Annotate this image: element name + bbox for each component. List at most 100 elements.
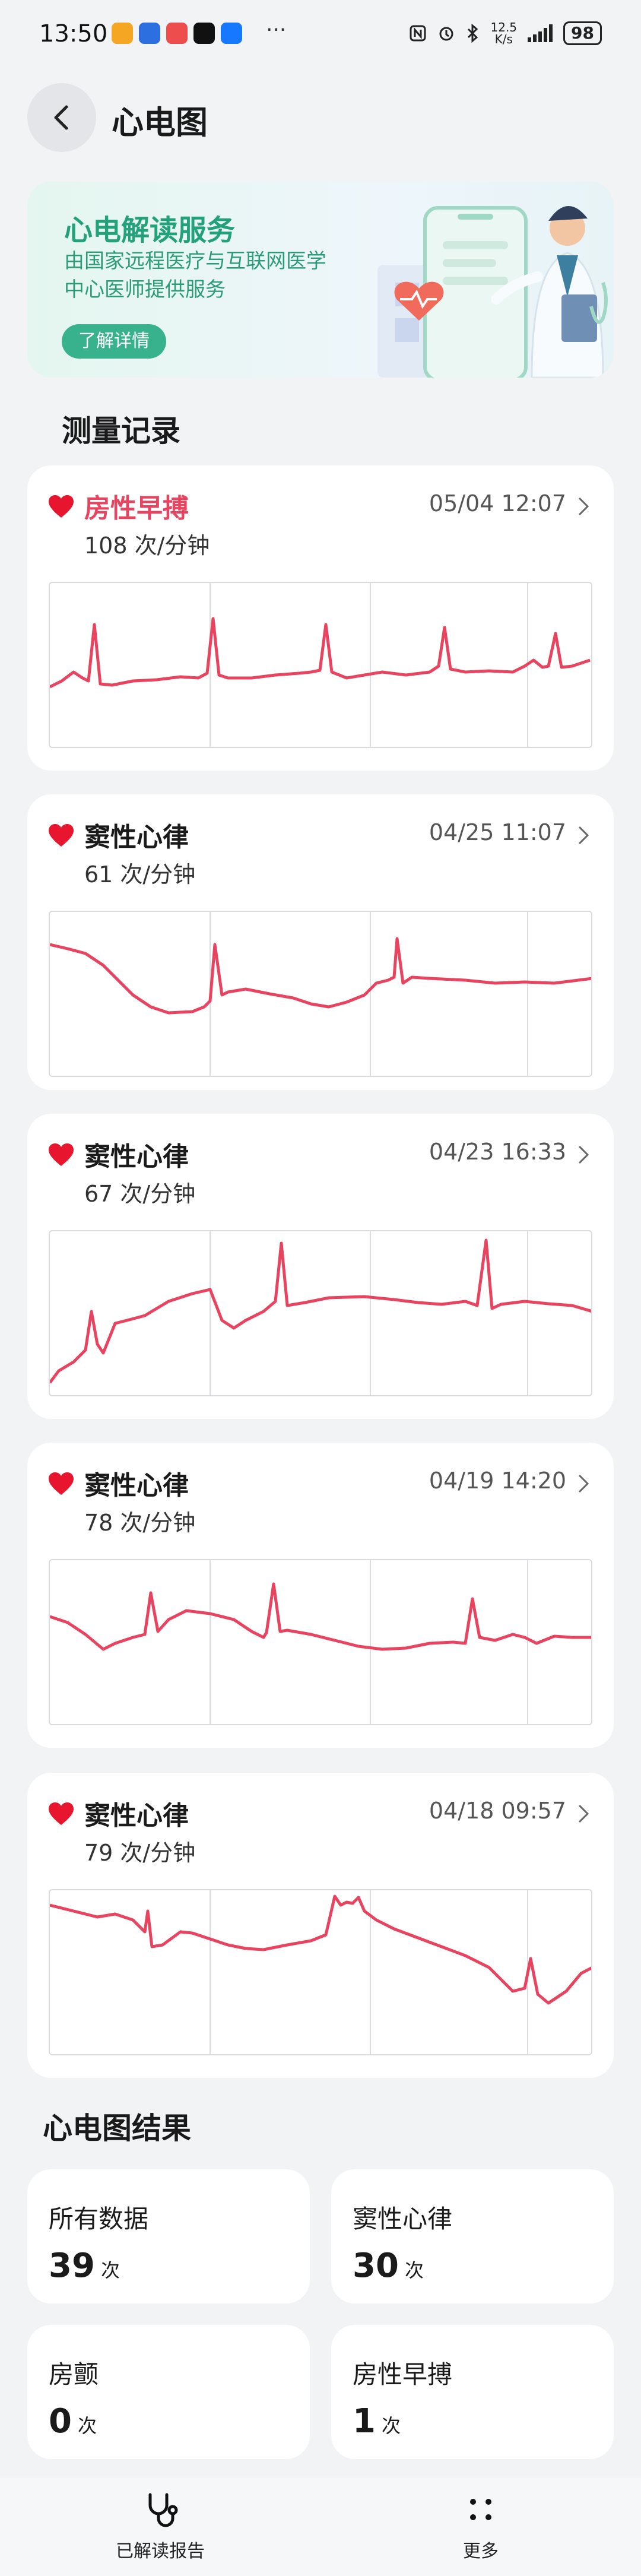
record-card[interactable]: 窦性心律 04/23 16:33 67 次/分钟 — [27, 1114, 614, 1419]
record-type: 窦性心律 — [84, 1142, 189, 1172]
record-heart-rate: 79 次/分钟 — [84, 1840, 196, 1866]
heart-icon — [49, 1472, 74, 1495]
record-type: 窦性心律 — [84, 822, 189, 853]
banner-subtitle: 由国家远程医疗与互联网医学 中心医师提供服务 — [64, 247, 373, 304]
ecg-interpretation-banner[interactable]: 心电解读服务 由国家远程医疗与互联网医学 中心医师提供服务 了解详情 — [27, 182, 614, 378]
ecg-waveform — [49, 1230, 592, 1396]
tile-value: 1次 — [353, 2402, 401, 2441]
status-app-icons — [112, 23, 242, 44]
app-notification-icon — [139, 23, 160, 44]
heart-icon — [49, 1802, 74, 1825]
app-notification-icon — [166, 23, 188, 44]
record-type: 窦性心律 — [84, 1471, 189, 1501]
stethoscope-icon — [148, 2493, 178, 2527]
nfc-icon — [410, 25, 426, 42]
record-heart-rate: 67 次/分钟 — [84, 1181, 196, 1207]
record-heart-rate: 61 次/分钟 — [84, 861, 196, 888]
heart-icon — [49, 495, 74, 518]
status-more: ··· — [266, 18, 287, 42]
tile-label: 房颤 — [49, 2360, 99, 2389]
chevron-right-icon — [578, 1804, 589, 1823]
ecg-trace-svg — [50, 1560, 591, 1724]
more-dots-icon — [470, 2499, 491, 2520]
tile-count: 0 — [49, 2402, 72, 2441]
chevron-right-icon — [578, 826, 589, 845]
tile-label: 所有数据 — [49, 2204, 149, 2233]
tile-value: 39 次 — [49, 2247, 120, 2285]
tile-unit: 次 — [77, 2415, 97, 2437]
result-tile-premature-atrial[interactable]: 房性早搏 1次 — [331, 2325, 614, 2459]
learn-more-button[interactable]: 了解详情 — [62, 324, 166, 359]
record-time: 04/18 09:57 — [429, 1798, 566, 1824]
result-tile-all-data[interactable]: 所有数据 39 次 — [27, 2169, 310, 2303]
record-time: 04/23 16:33 — [429, 1139, 566, 1165]
ecg-trace-svg — [50, 1890, 591, 2054]
signal-icon — [528, 24, 553, 42]
heart-icon — [49, 1143, 74, 1166]
record-time: 05/04 12:07 — [429, 490, 566, 517]
tile-unit: 次 — [381, 2415, 401, 2437]
record-type: 房性早搏 — [84, 493, 189, 524]
chevron-right-icon — [578, 1474, 589, 1493]
ecg-trace-line — [50, 1582, 591, 1651]
ecg-waveform — [49, 1889, 592, 2055]
tiktok-icon — [193, 23, 215, 44]
chevron-right-icon — [578, 497, 589, 516]
ecg-waveform — [49, 582, 592, 748]
alipay-icon — [221, 23, 242, 44]
tile-label: 窦性心律 — [353, 2204, 453, 2233]
net-speed-unit: K/s — [494, 32, 513, 46]
results-section-title: 心电图结果 — [43, 2111, 191, 2146]
record-card[interactable]: 窦性心律 04/19 14:20 78 次/分钟 — [27, 1443, 614, 1748]
status-bar: 13:50 ··· 12.5 K/s 98 — [0, 0, 641, 71]
record-heart-rate: 78 次/分钟 — [84, 1510, 196, 1536]
tile-count: 39 — [49, 2247, 95, 2285]
nav-more[interactable]: 更多 — [392, 2490, 570, 2562]
tile-value: 0次 — [49, 2402, 97, 2441]
bottom-nav: 已解读报告 更多 — [0, 2478, 641, 2576]
ecg-waveform — [49, 911, 592, 1077]
record-time: 04/19 14:20 — [429, 1468, 566, 1494]
net-speed-value: 12.5 — [490, 20, 518, 34]
ecg-trace-line — [50, 617, 591, 689]
tile-label: 房性早搏 — [353, 2360, 453, 2389]
back-button[interactable] — [27, 83, 96, 152]
record-card[interactable]: 房性早搏 05/04 12:07 108 次/分钟 — [27, 465, 614, 771]
status-right: 12.5 K/s 98 — [409, 21, 602, 45]
record-card[interactable]: 窦性心律 04/18 09:57 79 次/分钟 — [27, 1773, 614, 2078]
ecg-trace-line — [50, 937, 591, 1015]
heart-icon — [49, 824, 74, 847]
back-arrow-icon — [54, 105, 68, 130]
ecg-trace-svg — [50, 583, 591, 747]
ecg-trace-line — [50, 1238, 591, 1384]
record-time: 04/25 11:07 — [429, 819, 566, 845]
tile-count: 1 — [353, 2402, 376, 2441]
ecg-trace-svg — [50, 1231, 591, 1395]
tile-value: 30 次 — [353, 2247, 424, 2285]
ecg-trace-line — [50, 1894, 591, 2005]
banner-title: 心电解读服务 — [64, 214, 236, 247]
record-heart-rate: 108 次/分钟 — [84, 533, 210, 559]
ecg-waveform — [49, 1559, 592, 1725]
tile-unit: 次 — [100, 2259, 120, 2282]
chevron-right-icon — [578, 1145, 589, 1164]
result-tile-sinus-rhythm[interactable]: 窦性心律 30 次 — [331, 2169, 614, 2303]
battery-icon: 98 — [563, 21, 602, 45]
record-card[interactable]: 窦性心律 04/25 11:07 61 次/分钟 — [27, 794, 614, 1090]
page-title: 心电图 — [112, 104, 208, 141]
ecg-trace-svg — [50, 912, 591, 1076]
nav-interpreted-reports[interactable]: 已解读报告 — [71, 2490, 249, 2562]
doctor-illustration — [377, 205, 608, 378]
nav-label: 已解读报告 — [116, 2541, 205, 2562]
bluetooth-icon — [467, 24, 478, 43]
status-time: 13:50 — [39, 20, 108, 47]
records-section-title: 测量记录 — [62, 414, 180, 448]
alarm-icon — [439, 27, 453, 41]
banner-subtitle-line2: 中心医师提供服务 — [64, 278, 226, 302]
result-tile-atrial-fibrillation[interactable]: 房颤 0次 — [27, 2325, 310, 2459]
nav-label: 更多 — [463, 2541, 499, 2562]
tile-count: 30 — [353, 2247, 399, 2285]
banner-subtitle-line1: 由国家远程医疗与互联网医学 — [64, 249, 326, 273]
record-type: 窦性心律 — [84, 1801, 189, 1831]
net-speed: 12.5 K/s — [491, 21, 518, 45]
